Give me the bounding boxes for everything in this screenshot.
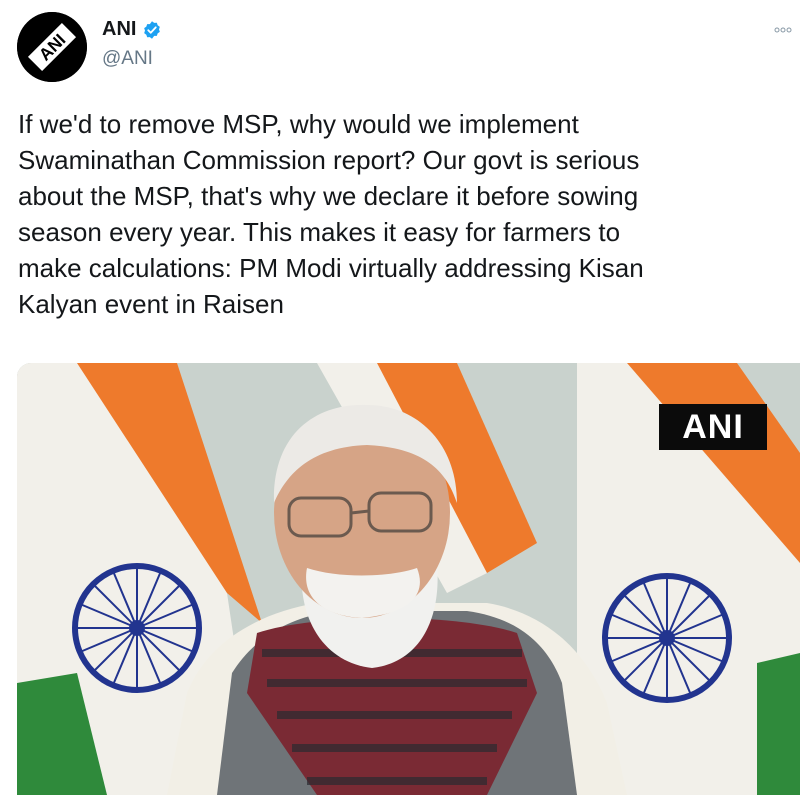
display-name[interactable]: ANI bbox=[102, 18, 136, 41]
tweet-text: If we'd to remove MSP, why would we impl… bbox=[18, 109, 644, 319]
verified-badge-icon bbox=[144, 20, 161, 39]
tweet-card: ANI ANI @ANI If we'd to remove MSP, why … bbox=[0, 0, 800, 795]
ani-logo-icon: ANI bbox=[17, 12, 87, 82]
handle[interactable]: @ANI bbox=[102, 48, 153, 70]
tweet-media-image[interactable]: ANI bbox=[17, 363, 800, 795]
flag-green-right bbox=[757, 653, 800, 795]
ani-watermark: ANI bbox=[659, 404, 767, 450]
ellipsis-icon[interactable] bbox=[774, 20, 792, 38]
avatar[interactable]: ANI bbox=[17, 12, 87, 82]
author-name-row: ANI bbox=[102, 18, 162, 41]
